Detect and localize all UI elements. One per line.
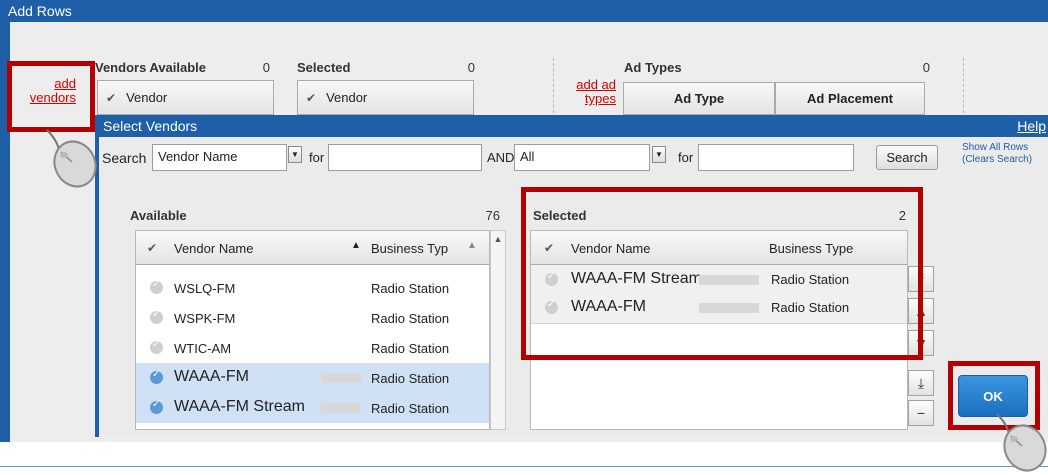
available-grid: ✔ Vendor Name ▲ Business Typ ▲ WSLQ-FM Ra…	[135, 230, 490, 430]
chevron-down-icon[interactable]: ▼	[288, 146, 302, 163]
ad-placement-column-header[interactable]: Ad Placement	[775, 82, 925, 115]
search-label: Search	[102, 150, 147, 166]
mouse-icon	[46, 129, 97, 188]
vendors-available-label: Vendors Available	[95, 60, 207, 75]
add-ad-types-line1: add ad	[576, 77, 616, 92]
business-type-column-header[interactable]: Business Typ	[371, 241, 448, 256]
for-label: for	[678, 150, 694, 165]
scroll-up-icon[interactable]: ▲	[491, 231, 505, 244]
mouse-icon	[996, 413, 1047, 472]
show-all-rows-link[interactable]: Show All Rows (Clears Search)	[962, 142, 1032, 166]
ad-types-label: Ad Types	[624, 60, 682, 75]
for-label: for	[309, 150, 325, 165]
row-select-icon[interactable]	[150, 399, 163, 414]
remove-button[interactable]: −	[908, 400, 934, 426]
vendor-name-column-header[interactable]: Vendor Name	[174, 241, 254, 256]
ad-type-column-header[interactable]: Ad Type	[623, 82, 775, 115]
show-all-rows-line1: Show All Rows	[962, 142, 1029, 153]
separator	[963, 58, 964, 118]
selected-vendor-column-label: Vendor	[326, 90, 368, 105]
business-type-cell: Radio Station	[371, 341, 450, 356]
vendors-available-count: 0	[262, 60, 270, 75]
search-text-input[interactable]	[328, 144, 482, 171]
second-text-input[interactable]	[698, 144, 854, 171]
second-field-select[interactable]: All	[514, 144, 650, 171]
check-icon: ✔	[147, 241, 158, 255]
business-type-cell: Radio Station	[371, 371, 450, 386]
redacted-mark	[321, 403, 361, 413]
vendor-column-header[interactable]: ✔ Vendor	[97, 80, 274, 115]
separator	[553, 58, 554, 118]
table-row[interactable]: WSPK-FM Radio Station	[136, 303, 489, 333]
row-select-icon[interactable]	[150, 279, 163, 294]
vendor-name-cell: WTIC-AM	[174, 341, 232, 356]
vendor-name-cell: WAAA-FM Stream	[174, 398, 305, 415]
sort-icon[interactable]: ▲	[467, 240, 477, 251]
vendor-name-cell: WSPK-FM	[174, 311, 236, 326]
table-row[interactable]: WAAA-FM Stream Radio Station	[136, 393, 489, 423]
vendor-name-cell: WAAA-FM	[174, 368, 249, 385]
search-field-value: Vendor Name	[158, 149, 238, 164]
available-grid-header: ✔ Vendor Name ▲ Business Typ ▲	[136, 231, 489, 265]
selected-vendors-count: 0	[467, 60, 475, 75]
row-select-icon[interactable]	[150, 309, 163, 324]
check-icon: ✔	[306, 90, 317, 105]
help-link[interactable]: Help	[1017, 115, 1046, 137]
and-label: AND	[487, 150, 515, 165]
business-type-cell: Radio Station	[371, 281, 450, 296]
highlight-box	[7, 61, 95, 132]
ad-types-count: 0	[922, 60, 930, 75]
selected-vendor-column-header[interactable]: ✔ Vendor	[297, 80, 474, 115]
minus-icon: −	[916, 405, 926, 421]
business-type-cell: Radio Station	[371, 311, 450, 326]
table-row[interactable]: WTIC-AM Radio Station	[136, 333, 489, 363]
search-button[interactable]: Search	[876, 145, 938, 170]
available-label: Available	[130, 208, 187, 223]
available-count: 76	[485, 208, 500, 223]
selected-vendors-label: Selected	[297, 60, 351, 75]
search-field-select[interactable]: Vendor Name	[152, 144, 287, 171]
move-bottom-icon: ⤓	[917, 374, 925, 391]
scrollbar[interactable]: ▲	[490, 230, 506, 430]
show-all-rows-line2: (Clears Search)	[962, 154, 1033, 165]
second-field-value: All	[520, 149, 535, 164]
highlight-box	[521, 187, 923, 360]
add-ad-types-line2: types	[584, 91, 616, 106]
add-rows-title: Add Rows	[0, 0, 1048, 22]
divider	[0, 466, 1048, 467]
business-type-cell: Radio Station	[371, 401, 450, 416]
table-row[interactable]: WAAA-FM Radio Station	[136, 363, 489, 393]
table-row[interactable]: WSLQ-FM Radio Station	[136, 273, 489, 303]
vendor-column-label: Vendor	[126, 90, 168, 105]
row-select-icon[interactable]	[150, 339, 163, 354]
sort-ascending-icon[interactable]: ▲	[351, 240, 361, 251]
redacted-mark	[321, 373, 361, 383]
check-icon: ✔	[106, 90, 117, 105]
row-select-icon[interactable]	[150, 369, 163, 384]
add-ad-types-link[interactable]: add ad types	[562, 78, 616, 106]
select-vendors-title: Select Vendors	[95, 115, 1048, 137]
move-bottom-button[interactable]: ⤓	[908, 370, 934, 396]
vendor-name-cell: WSLQ-FM	[174, 281, 236, 296]
chevron-down-icon[interactable]: ▼	[652, 146, 666, 163]
